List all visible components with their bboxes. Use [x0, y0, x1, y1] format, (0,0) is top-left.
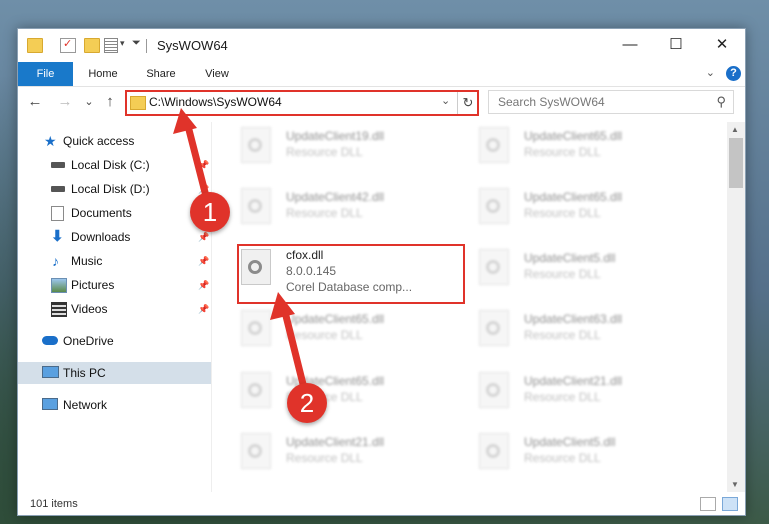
step-1-badge: 1 [190, 192, 230, 232]
arrow-step-2 [270, 292, 309, 396]
annotation-arrows [173, 108, 309, 396]
arrow-step-1 [173, 108, 211, 204]
step-2-badge: 2 [287, 383, 327, 423]
